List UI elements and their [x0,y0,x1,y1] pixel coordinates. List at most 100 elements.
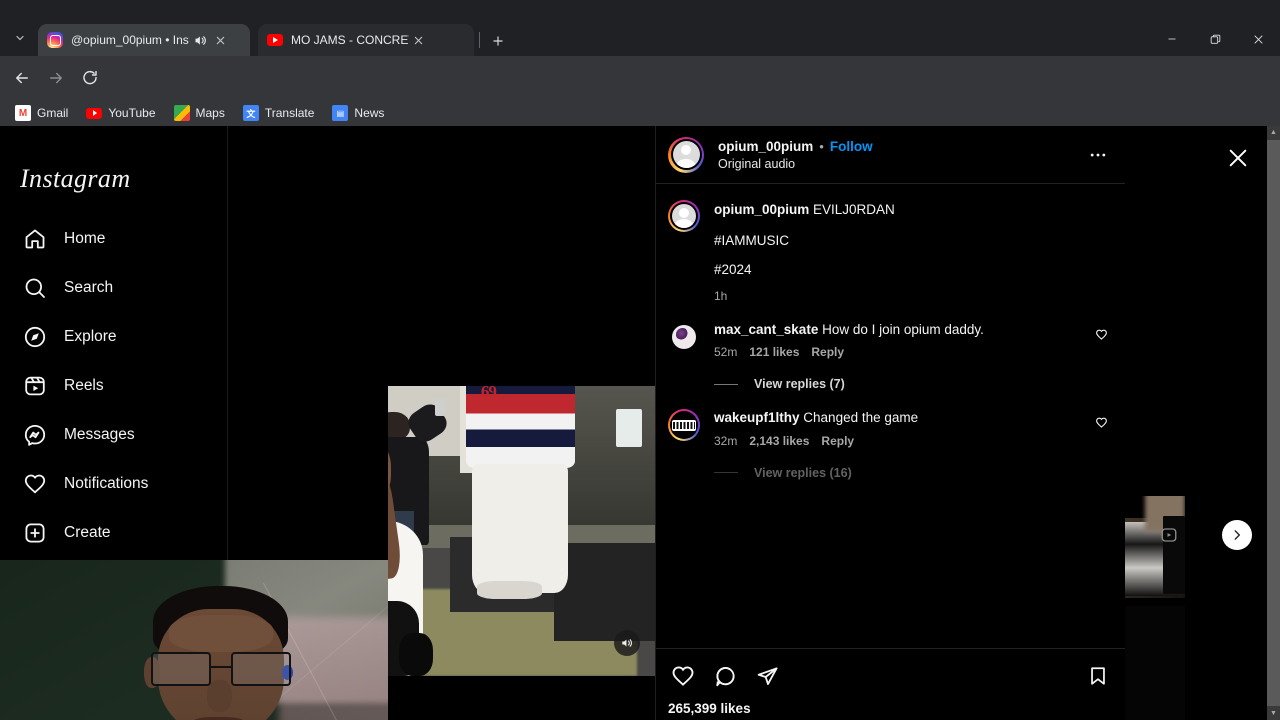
heart-icon [22,471,48,497]
caption-timestamp: 1h [714,289,728,304]
youtube-icon [267,32,283,48]
avatar[interactable] [668,409,700,442]
back-arrow-icon[interactable] [8,64,36,92]
bookmark-youtube[interactable]: YouTube [79,103,162,123]
heart-icon[interactable] [1089,409,1113,433]
post-author-username[interactable]: opium_00pium [718,139,813,154]
share-paperplane-icon[interactable] [752,661,782,691]
bookmark-label: News [354,106,385,120]
comment-username[interactable]: max_cant_skate [714,322,818,337]
reels-icon [22,373,48,399]
tab-title: @opium_00pium • Instagra [71,33,189,47]
comment-text: Changed the game [803,410,919,426]
bookmark-translate[interactable]: 文 Translate [236,103,322,123]
page-viewport: 69 opium_00pium • Follow Original audio … [0,126,1280,720]
tab-title: MO JAMS - CONCRETE BOYS (O [291,33,409,47]
webcam-overlay [0,560,388,720]
comment-bubble-icon[interactable] [710,661,740,691]
heart-icon[interactable] [1089,321,1113,345]
sidebar-item-home[interactable]: Home [12,214,222,263]
sidebar-item-label: Notifications [64,474,149,492]
tab-divider [479,32,480,48]
tab-close-icon[interactable] [211,31,229,49]
home-icon [22,226,48,252]
sidebar-item-reels[interactable]: Reels [12,361,222,410]
instagram-logo[interactable]: Instagram [20,164,131,194]
tab-youtube[interactable]: MO JAMS - CONCRETE BOYS (O [258,24,474,56]
post-header: opium_00pium • Follow Original audio [656,126,1125,184]
video-scene: 69 [388,386,655,676]
replies-divider [714,472,738,474]
sidebar-item-notifications[interactable]: Notifications [12,459,222,508]
post-media[interactable]: 69 [388,126,655,720]
window-close-button[interactable] [1236,24,1280,54]
caption-row: opium_00pium EVILJ0RDAN #IAMMUSIC #2024 … [668,200,1113,303]
comment-reply-button[interactable]: Reply [811,345,844,359]
comment-username[interactable]: wakeupf1lthy [714,410,800,425]
avatar[interactable] [668,136,704,173]
glasses [151,651,291,686]
instagram-icon [47,32,63,48]
like-button[interactable] [668,661,698,691]
likes-count[interactable]: 265,399 likes [668,701,1113,716]
scroll-up-arrow[interactable]: ▲ [1267,126,1280,139]
sidebar-item-search[interactable]: Search [12,263,222,312]
volume-icon[interactable] [614,630,640,656]
google-maps-icon [173,105,190,121]
comments-scroll-area[interactable]: opium_00pium EVILJ0RDAN #IAMMUSIC #2024 … [656,184,1125,648]
streamer-figure [124,585,349,720]
forward-arrow-icon[interactable] [42,64,70,92]
window-minimize-button[interactable] [1150,24,1194,54]
sidebar-item-label: Create [64,523,111,541]
close-icon[interactable] [1224,144,1252,172]
page-scrollbar[interactable]: ▲ ▼ [1267,126,1280,720]
window-maximize-button[interactable] [1193,24,1237,54]
bookmark-gmail[interactable]: M Gmail [8,103,75,123]
sidebar-item-label: Explore [64,327,117,345]
post-actions: 265,399 likes 1 hour ago [656,648,1125,720]
caption-hashtag[interactable]: #IAMMUSIC [714,233,1113,248]
video-frame[interactable]: 69 [388,386,655,676]
view-replies-button[interactable]: View replies (7) [714,377,1113,391]
follow-button[interactable]: Follow [830,139,873,154]
sidebar-item-explore[interactable]: Explore [12,312,222,361]
comment-row: wakeupf1lthy Changed the game 32m 2,143 … [668,409,1113,448]
sidebar-item-messages[interactable]: Messages [12,410,222,459]
audio-label[interactable]: Original audio [718,157,1083,171]
search-icon [22,275,48,301]
scroll-fade [656,630,1125,648]
browser-toolbar: instagram.com/p/C2JNo-loVk3/ [0,56,1280,149]
bookmark-maps[interactable]: Maps [167,103,232,123]
caption-hashtag[interactable]: #2024 [714,262,1113,277]
separator-dot: • [819,138,824,154]
scrollbar-thumb[interactable] [1267,140,1280,706]
sidebar-item-create[interactable]: Create [12,508,222,557]
comment-likes[interactable]: 121 likes [749,345,799,359]
comment-likes[interactable]: 2,143 likes [749,434,809,448]
sidebar-item-label: Reels [64,376,104,394]
next-post-button[interactable] [1222,520,1252,550]
comment-row: max_cant_skate How do I join opium daddy… [668,321,1113,359]
bookmark-icon[interactable] [1083,661,1113,691]
tab-audio-playing-icon[interactable] [193,33,209,48]
comment-text: How do I join opium daddy. [822,322,984,338]
scroll-down-arrow[interactable]: ▼ [1267,707,1280,720]
bookmark-news[interactable]: ▤ News [325,103,391,123]
sidebar-item-label: Search [64,278,114,296]
avatar[interactable] [668,321,700,353]
avatar[interactable] [668,200,700,232]
tab-search-chevron-down-icon[interactable] [8,26,32,50]
caption-username[interactable]: opium_00pium [714,202,809,217]
bookmark-label: Translate [264,106,315,120]
more-options-icon[interactable] [1083,140,1113,170]
youtube-icon [86,105,103,121]
reload-icon[interactable] [76,64,104,92]
tab-close-icon[interactable] [409,31,427,49]
sidebar-item-label: Messages [64,425,135,443]
view-replies-button-clipped[interactable]: View replies (16) [714,466,1113,480]
post-modal: 69 opium_00pium • Follow Original audio … [388,126,1125,720]
bookmark-label: YouTube [108,106,156,120]
comment-reply-button[interactable]: Reply [821,434,854,448]
new-tab-button[interactable] [485,28,511,54]
tab-instagram[interactable]: @opium_00pium • Instagra [38,24,250,56]
